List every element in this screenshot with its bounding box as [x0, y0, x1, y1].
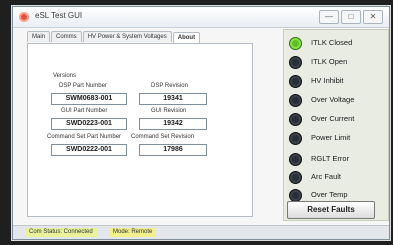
- arc-fault-led-icon: [289, 171, 302, 184]
- command-set-revision-label: Command Set Revision: [131, 134, 195, 140]
- itlk-open-led-icon: [289, 56, 302, 69]
- versions-label: Versions: [53, 73, 77, 79]
- tab-comms[interactable]: Comms: [51, 31, 82, 42]
- power-limit-led-icon: [289, 132, 302, 145]
- tab-main[interactable]: Main: [27, 31, 51, 42]
- tab-bar: Main Comms HV Power & System Voltages Ab…: [27, 31, 201, 43]
- hv-inhibit-led-icon: [289, 75, 302, 88]
- title-bar: eSL Test GUI — □ ✕: [13, 7, 389, 28]
- app-window: eSL Test GUI — □ ✕ Main Comms HV Power &…: [12, 6, 390, 240]
- maximize-button[interactable]: □: [341, 10, 361, 24]
- gui-revision-label: GUI Revision: [151, 108, 187, 114]
- rglt-error-label: RGLT Error: [311, 154, 350, 163]
- tab-hv-power[interactable]: HV Power & System Voltages: [82, 31, 172, 42]
- window-title: eSL Test GUI: [35, 11, 83, 20]
- over-voltage-label: Over Voltage: [311, 95, 355, 104]
- dsp-revision-label: DSP Revision: [151, 83, 188, 89]
- status-bar: Com Status: Connected Mode: Remote: [13, 225, 389, 239]
- mode-status: Mode: Remote: [109, 228, 157, 237]
- close-button[interactable]: ✕: [363, 10, 383, 24]
- reset-faults-button[interactable]: Reset Faults: [287, 201, 375, 219]
- itlk-closed-led-icon: [289, 37, 302, 50]
- command-set-revision-value: 17986: [139, 144, 207, 156]
- arc-fault-label: Arc Fault: [311, 172, 342, 181]
- dsp-part-number-value: SWM0683-001: [51, 93, 127, 105]
- command-set-part-number-value: SWD0222-001: [51, 144, 127, 156]
- over-current-led-icon: [289, 113, 302, 126]
- about-panel: [27, 43, 253, 217]
- gui-part-number-label: GUI Part Number: [61, 108, 108, 114]
- itlk-open-label: ITLK Open: [311, 57, 348, 66]
- rglt-error-led-icon: [289, 153, 302, 166]
- over-temp-label: Over Temp: [311, 190, 348, 199]
- gui-part-number-value: SWD0223-001: [51, 118, 127, 130]
- tab-about[interactable]: About: [172, 32, 201, 43]
- connection-status: Com Status: Connected: [25, 228, 97, 237]
- window-controls: — □ ✕: [319, 10, 383, 24]
- power-limit-label: Power Limit: [311, 133, 351, 142]
- hv-inhibit-label: HV Inhibit: [311, 76, 344, 85]
- app-icon: [19, 12, 29, 22]
- gui-revision-value: 19342: [139, 118, 207, 130]
- minimize-button[interactable]: —: [319, 10, 339, 24]
- itlk-closed-label: ITLK Closed: [311, 38, 353, 47]
- over-current-label: Over Current: [311, 114, 355, 123]
- dsp-part-number-label: DSP Part Number: [59, 83, 107, 89]
- over-voltage-led-icon: [289, 94, 302, 107]
- command-set-part-number-label: Command Set Part Number: [47, 134, 122, 140]
- dsp-revision-value: 19341: [139, 93, 207, 105]
